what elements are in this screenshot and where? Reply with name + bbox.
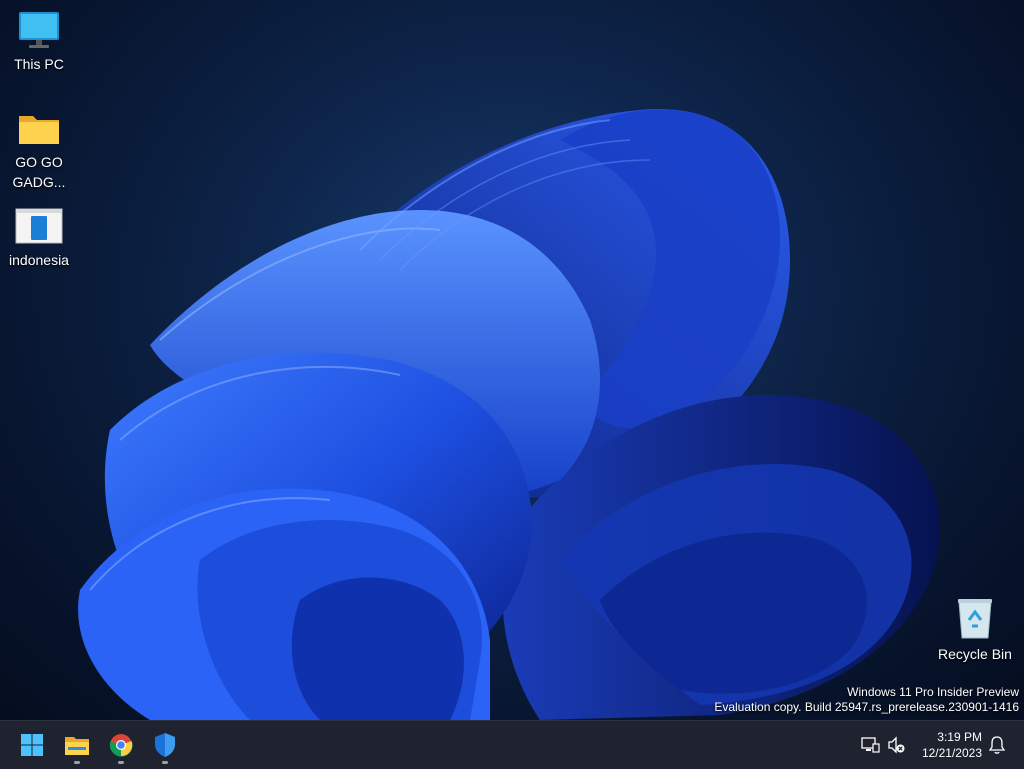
- shield-icon: [155, 733, 175, 757]
- taskbar-chrome[interactable]: [101, 725, 141, 765]
- monitor-icon: [19, 12, 59, 48]
- windows-start-icon: [21, 734, 43, 756]
- folder-icon: [19, 116, 59, 144]
- running-indicator: [162, 761, 168, 764]
- wallpaper-bloom: [78, 109, 940, 720]
- notification-bell-icon[interactable]: [987, 735, 1007, 755]
- network-icon[interactable]: [860, 735, 880, 755]
- desktop-icon-label: GO GO GADG...: [12, 154, 66, 190]
- desktop-icon-label: This PC: [14, 56, 64, 72]
- desktop[interactable]: This PC GO GO GADG... indonesia Recycle …: [0, 0, 1024, 720]
- running-indicator: [118, 761, 124, 764]
- file-explorer-icon: [65, 737, 89, 755]
- running-indicator: [74, 761, 80, 764]
- start-button[interactable]: [12, 725, 52, 765]
- desktop-icon-indonesia[interactable]: indonesia: [1, 206, 77, 270]
- chrome-icon: [109, 734, 133, 757]
- desktop-icon-recycle-bin[interactable]: Recycle Bin: [937, 596, 1013, 664]
- desktop-icon-this-pc[interactable]: This PC: [1, 10, 77, 74]
- taskbar-windows-security[interactable]: [145, 725, 185, 765]
- desktop-icon-label: indonesia: [9, 252, 69, 268]
- evaluation-watermark: Windows 11 Pro Insider Preview Evaluatio…: [714, 685, 1019, 715]
- taskbar-file-explorer[interactable]: [57, 725, 97, 765]
- taskbar-clock[interactable]: 3:19 PM 12/21/2023: [922, 729, 982, 761]
- taskbar[interactable]: 3:19 PM 12/21/2023: [0, 720, 1024, 769]
- clock-time: 3:19 PM: [937, 730, 982, 744]
- document-window-icon: [15, 208, 63, 244]
- desktop-icon-folder[interactable]: GO GO GADG...: [1, 108, 77, 192]
- volume-muted-icon[interactable]: [886, 735, 906, 755]
- watermark-build: Evaluation copy. Build 25947.rs_prerelea…: [714, 700, 1019, 714]
- clock-date: 12/21/2023: [921, 746, 982, 760]
- recycle-bin-icon: [958, 599, 992, 639]
- desktop-icon-label: Recycle Bin: [938, 646, 1012, 662]
- watermark-edition: Windows 11 Pro Insider Preview: [847, 685, 1019, 699]
